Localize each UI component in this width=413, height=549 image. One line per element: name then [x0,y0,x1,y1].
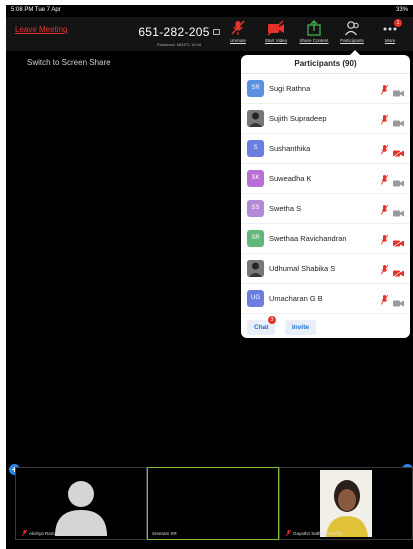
mic-muted-icon [22,530,27,536]
thumbnail-label: Akshya Ramanujam [22,530,69,536]
participant-name: Akshya Ramanujam [29,530,70,536]
participant-avatar: SR [247,80,264,97]
participants-title: Participants (90) [241,55,410,74]
mic-muted-icon [231,20,245,35]
meeting-toolbar: Leave Meeting 651-282-205 Password: 5834… [6,17,413,51]
video-off-icon [392,144,404,162]
video-thumbnail[interactable]: Gayathri Sathiyamoorthy [279,467,413,540]
meeting-id: 651-282-205 [138,25,210,39]
active-speaker-thumbnail[interactable]: Sreeram SR [147,467,279,540]
video-off-icon [267,20,284,36]
participant-name: Umacharan G B [269,294,323,303]
participant-name: Sujith Supradeep [269,114,327,123]
participant-name: Gayathri Sathiyamoorthy [293,530,343,536]
status-bar: 5:08 PM Tue 7 Apr 33% [6,5,413,17]
participant-avatar: SS [247,200,264,217]
participant-name: Sugi Rathna [269,84,311,93]
zoom-screen: 5:08 PM Tue 7 Apr 33% Leave Meeting 651-… [6,5,413,549]
participant-name: Udhumal Shabika S [269,264,336,273]
status-time: 5:08 PM Tue 7 Apr [11,7,61,13]
participant-name: Suweadha K [269,174,312,183]
participants-label: Participants [340,38,364,43]
participant-avatar: SK [247,170,264,187]
mic-muted-icon [380,262,389,280]
video-thumbnail[interactable]: Akshya Ramanujam [15,467,147,540]
participants-footer: Chat 3 Invite [241,316,410,338]
mic-muted-icon [380,82,389,100]
mic-muted-icon [380,112,389,130]
participant-row[interactable]: SR Sugi Rathna [241,74,410,104]
more-badge: 1 [394,19,402,27]
video-off-icon [392,264,404,282]
battery-level: 33% [395,7,408,13]
mic-muted-icon [380,292,389,310]
chat-label: Chat [254,324,269,331]
unmute-button[interactable]: Unmute [221,20,255,50]
participant-name: Swethaa Ravichandran [269,234,347,243]
thumbnail-label: Sreeram SR [152,531,177,536]
default-avatar-icon [55,481,107,536]
participant-row[interactable]: Sujith Supradeep [241,104,410,134]
mic-muted-icon [380,172,389,190]
share-icon [307,20,321,36]
share-content-button[interactable]: Share Content [297,20,331,50]
video-camera-icon [393,294,404,312]
participant-row[interactable]: SR Swethaa Ravichandran [241,224,410,254]
participants-button[interactable]: Participants [335,20,369,50]
unmute-label: Unmute [230,38,246,43]
participants-icon [345,21,359,36]
participant-photo [247,260,264,277]
participant-name: Sreeram SR [152,531,177,536]
participant-avatar: S [247,140,264,157]
switch-to-screen-share[interactable]: Switch to Screen Share [27,58,111,67]
video-off-icon [392,234,404,252]
start-video-label: Start Video [264,38,288,43]
start-video-button[interactable]: Start Video [259,20,293,50]
participant-row[interactable]: SS Swetha S [241,194,410,224]
share-content-label: Share Content [299,38,329,43]
participants-list: SR Sugi Rathna Sujith Supradeep S Sushanthik… [241,74,410,314]
meeting-info[interactable]: 651-282-205 Password: 583471 10:44 [124,23,234,47]
participant-row[interactable]: SK Suweadha K [241,164,410,194]
mic-muted-icon [380,232,389,250]
participant-name: Sushanthika [269,144,311,153]
thumbnail-label: Gayathri Sathiyamoorthy [286,530,343,536]
mic-muted-icon [380,142,389,160]
participant-row[interactable]: Udhumal Shabika S [241,254,410,284]
video-camera-icon [393,84,404,102]
participants-panel: Participants (90) SR Sugi Rathna Sujith Su… [241,50,410,338]
more-button[interactable]: 1 More [373,19,407,50]
video-camera-icon [393,204,404,222]
chat-unread-badge: 3 [268,316,276,324]
video-camera-icon [393,174,404,192]
participant-photo [247,110,264,127]
participant-row[interactable]: UG Umacharan G B [241,284,410,314]
participant-name: Swetha S [269,204,302,213]
person-photo-icon [320,470,372,537]
participant-avatar: UG [247,290,264,307]
mic-muted-icon [286,530,291,536]
invite-button[interactable]: Invite [285,320,316,335]
mic-muted-icon [380,202,389,220]
lock-icon [212,29,220,35]
participant-row[interactable]: S Sushanthika [241,134,410,164]
meeting-password: Password: 583471 10:44 [156,42,202,47]
leave-meeting-button[interactable]: Leave Meeting [15,25,67,34]
more-label: More [384,38,396,43]
video-camera-icon [393,114,404,132]
participant-avatar: SR [247,230,264,247]
invite-label: Invite [292,324,309,331]
participant-video [320,470,372,537]
